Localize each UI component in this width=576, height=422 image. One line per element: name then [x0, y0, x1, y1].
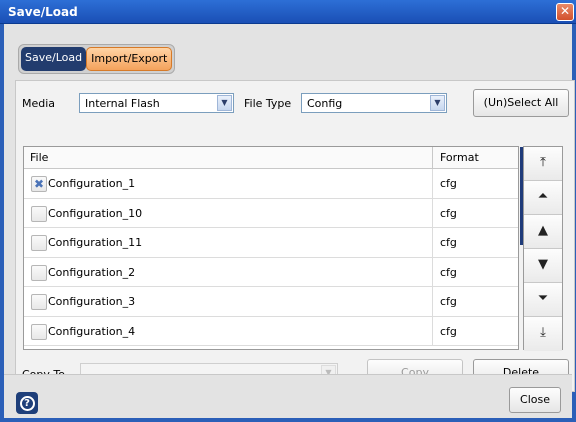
file-format: cfg — [440, 236, 457, 249]
table-header: File Format — [24, 147, 518, 169]
media-value: Internal Flash — [85, 97, 160, 110]
row-checkbox[interactable] — [31, 205, 47, 222]
file-format: cfg — [440, 265, 457, 279]
tab-bar: Save/Load Import/Export — [18, 44, 176, 74]
column-divider — [432, 257, 433, 286]
tab-import-export[interactable]: Import/Export — [86, 47, 173, 71]
chevron-down-icon: ▼ — [217, 95, 232, 111]
table-row[interactable]: Configuration_3 cfg — [24, 287, 518, 317]
dialog-body: Save/Load Import/Export Media Internal F… — [0, 24, 576, 422]
help-icon: ? — [19, 396, 35, 411]
scroll-bottom-icon[interactable]: ⤓ — [524, 317, 562, 351]
file-name: Configuration_10 — [48, 206, 143, 220]
column-divider — [432, 147, 433, 169]
scroll-navigation: ⤒ ⏶ ▲ ▼ ⏷ ⤓ — [523, 146, 563, 351]
close-button[interactable]: Close — [509, 387, 561, 413]
row-checkbox[interactable]: ✖ — [31, 176, 47, 192]
select-all-button[interactable]: (Un)Select All — [473, 89, 569, 117]
save-load-panel: Media Internal Flash ▼ File Type Config … — [15, 80, 575, 392]
media-label: Media — [22, 97, 56, 110]
row-checkbox[interactable] — [31, 235, 47, 251]
file-format: cfg — [440, 177, 457, 190]
file-type-label: File Type — [244, 97, 292, 110]
file-name: Configuration_11 — [48, 236, 143, 249]
chevron-down-icon: ▼ — [430, 95, 445, 111]
dialog-footer: ? Close — [4, 374, 572, 418]
row-checkbox[interactable] — [31, 323, 47, 340]
close-icon[interactable]: ✕ — [556, 3, 574, 21]
table-row[interactable]: Configuration_4 cfg — [24, 316, 518, 346]
table-body: ✖ Configuration_1 cfg Configuration_10 cfg Co… — [24, 169, 518, 346]
column-divider — [432, 316, 433, 345]
window-titlebar: Save/Load ✕ — [0, 0, 576, 24]
column-divider — [432, 198, 433, 227]
format-column-header: Format — [440, 151, 479, 164]
row-checkbox[interactable] — [31, 264, 47, 281]
line-up-icon[interactable]: ▲ — [524, 215, 562, 249]
file-name: Configuration_3 — [48, 295, 136, 308]
file-name: Configuration_2 — [48, 265, 136, 279]
file-format: cfg — [440, 324, 457, 338]
column-divider — [432, 287, 433, 316]
file-name: Configuration_4 — [48, 324, 136, 338]
file-name: Configuration_1 — [48, 177, 136, 190]
window-title: Save/Load — [8, 5, 78, 19]
tab-save-load[interactable]: Save/Load — [21, 47, 87, 71]
table-row[interactable]: Configuration_10 cfg — [24, 198, 518, 228]
row-checkbox[interactable] — [31, 294, 47, 310]
media-select[interactable]: Internal Flash ▼ — [79, 93, 234, 113]
file-column-header: File — [30, 151, 49, 164]
page-up-icon[interactable]: ⏶ — [524, 181, 562, 215]
file-type-select[interactable]: Config ▼ — [301, 93, 447, 113]
table-row[interactable]: Configuration_11 cfg — [24, 228, 518, 258]
scroll-top-icon[interactable]: ⤒ — [524, 147, 562, 181]
file-type-value: Config — [307, 97, 343, 110]
table-row[interactable]: ✖ Configuration_1 cfg — [24, 169, 518, 199]
line-down-icon[interactable]: ▼ — [524, 249, 562, 283]
page-down-icon[interactable]: ⏷ — [524, 283, 562, 317]
file-format: cfg — [440, 295, 457, 308]
file-table: File Format ✖ Configuration_1 cfg Configura… — [23, 146, 519, 350]
file-format: cfg — [440, 206, 457, 220]
column-divider — [432, 228, 433, 257]
column-divider — [432, 169, 433, 198]
help-button[interactable]: ? — [16, 392, 38, 414]
table-row[interactable]: Configuration_2 cfg — [24, 257, 518, 287]
